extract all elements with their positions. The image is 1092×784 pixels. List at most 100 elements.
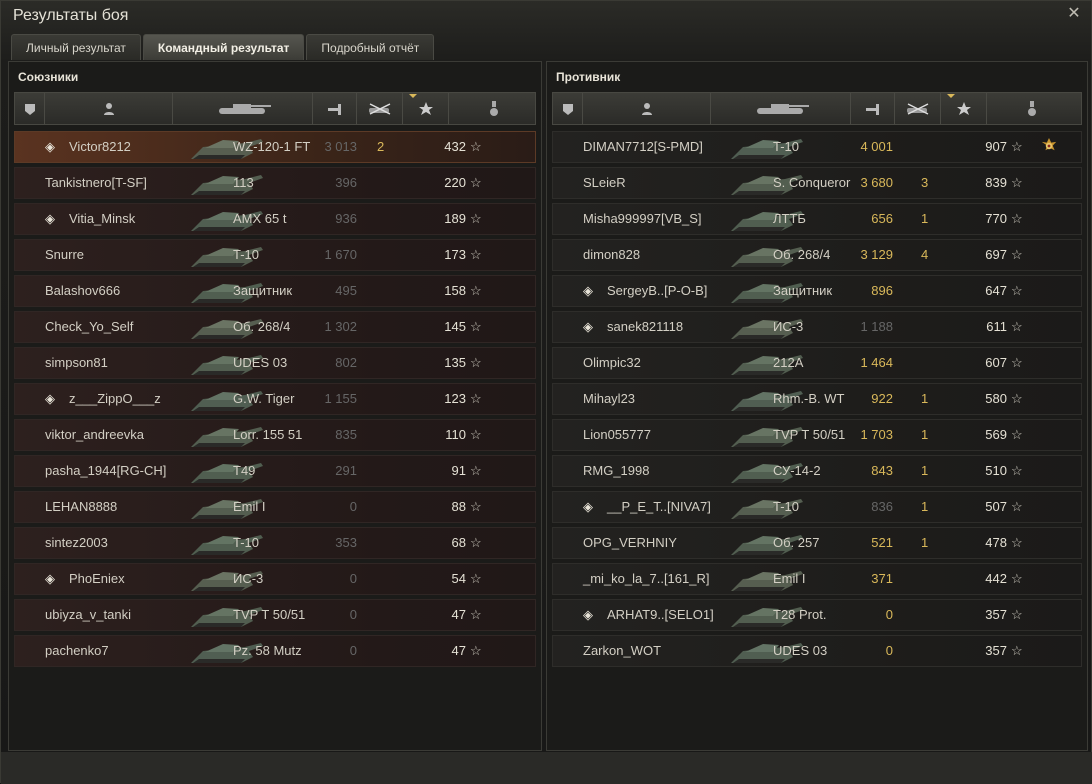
achievements-column-icon[interactable] [449, 93, 539, 124]
player-row[interactable]: dimon828 Об. 268/4 3 129 4 697 ☆ [552, 239, 1082, 271]
player-name[interactable]: PhoEniex [69, 564, 125, 594]
player-name[interactable]: pasha_1944[RG-CH] [45, 456, 166, 486]
player-row[interactable]: simpson81 UDES 03 802 135 ☆ [14, 347, 536, 379]
player-column-icon[interactable] [45, 93, 173, 124]
player-row[interactable]: Check_Yo_Self Об. 268/4 1 302 145 ☆ [14, 311, 536, 343]
damage-column-icon[interactable] [313, 93, 357, 124]
medal-icon[interactable] [1039, 137, 1059, 157]
player-row[interactable]: Misha999997[VB_S] ЛТТБ 656 1 770 ☆ [552, 203, 1082, 235]
vehicle-type-column-icon[interactable] [15, 93, 45, 124]
player-row[interactable]: ◈ Vitia_Minsk AMX 65 t 936 189 ☆ [14, 203, 536, 235]
player-row[interactable]: ◈ __P_E_T..[NIVA7] T-10 836 1 507 ☆ [552, 491, 1082, 523]
player-name[interactable]: Olimpic32 [583, 348, 641, 378]
player-row[interactable]: LEHAN8888 Emil I 0 88 ☆ [14, 491, 536, 523]
player-row[interactable]: pachenko7 Pz. 58 Mutz 0 47 ☆ [14, 635, 536, 667]
player-row[interactable]: Tankistnero[T-SF] 113 396 220 ☆ [14, 167, 536, 199]
damage-column-icon[interactable] [851, 93, 895, 124]
player-row[interactable]: ubiyza_v_tanki TVP T 50/51 0 47 ☆ [14, 599, 536, 631]
player-row[interactable]: SLeieR S. Conqueror 3 680 3 839 ☆ [552, 167, 1082, 199]
player-column-icon[interactable] [583, 93, 711, 124]
player-name[interactable]: Zarkon_WOT [583, 636, 661, 666]
player-row[interactable]: ◈ sanek821118 ИС-3 1 188 611 ☆ [552, 311, 1082, 343]
player-name[interactable]: sanek821118 [607, 312, 683, 342]
player-name[interactable]: dimon828 [583, 240, 640, 270]
player-row[interactable]: Olimpic32 212A 1 464 607 ☆ [552, 347, 1082, 379]
damage-value: 353 [335, 535, 357, 550]
player-row[interactable]: DIMAN7712[S-PMD] T-10 4 001 907 ☆ [552, 131, 1082, 163]
player-row[interactable]: ◈ PhoEniex ИС-3 0 54 ☆ [14, 563, 536, 595]
player-name[interactable]: pachenko7 [45, 636, 109, 666]
player-row[interactable]: ◈ SergeyB..[P-O-B] Защитник 896 647 ☆ [552, 275, 1082, 307]
experience-value: 432 [444, 139, 466, 154]
player-name[interactable]: Balashov666 [45, 276, 120, 306]
tab-detailed-report[interactable]: Подробный отчёт [306, 34, 435, 60]
player-name[interactable]: Misha999997[VB_S] [583, 204, 702, 234]
player-row[interactable]: viktor_andreevka Lorr. 155 51 835 110 ☆ [14, 419, 536, 451]
player-name[interactable]: OPG_VERHNIY [583, 528, 677, 558]
achievements-column-icon[interactable] [987, 93, 1077, 124]
damage-value: 3 680 [860, 175, 893, 190]
tank-name: Защитник [233, 283, 293, 298]
player-name[interactable]: Victor8212 [69, 132, 131, 162]
player-row[interactable]: Mihayl23 Rhm.-B. WT 922 1 580 ☆ [552, 383, 1082, 415]
player-row[interactable]: pasha_1944[RG-CH] T49 291 91 ☆ [14, 455, 536, 487]
player-row[interactable]: OPG_VERHNIY Об. 257 521 1 478 ☆ [552, 527, 1082, 559]
player-row[interactable]: sintez2003 T-10 353 68 ☆ [14, 527, 536, 559]
player-name[interactable]: simpson81 [45, 348, 108, 378]
player-row[interactable]: Balashov666 Защитник 495 158 ☆ [14, 275, 536, 307]
damage-value: 396 [335, 175, 357, 190]
player-name[interactable]: ARHAT9..[SELO1] [607, 600, 714, 630]
window-title: Результаты боя [13, 7, 129, 24]
damage-value: 0 [349, 571, 357, 586]
player-name[interactable]: DIMAN7712[S-PMD] [583, 132, 703, 162]
player-row[interactable]: Snurre T-10 1 670 173 ☆ [14, 239, 536, 271]
tab-team-result[interactable]: Командный результат [142, 34, 305, 60]
player-row[interactable]: ◈ ARHAT9..[SELO1] T28 Prot. 0 357 ☆ [552, 599, 1082, 631]
frags-column-icon[interactable] [357, 93, 417, 124]
experience-value: 88 [451, 499, 466, 514]
player-name[interactable]: Vitia_Minsk [69, 204, 135, 234]
tank-column-icon[interactable] [173, 93, 313, 124]
player-name[interactable]: Mihayl23 [583, 384, 635, 414]
player-row[interactable]: RMG_1998 СУ-14-2 843 1 510 ☆ [552, 455, 1082, 487]
frags-value: 3 [921, 175, 929, 190]
damage-value: 521 [871, 535, 893, 550]
player-name[interactable]: Snurre [45, 240, 84, 270]
player-name[interactable]: viktor_andreevka [45, 420, 144, 450]
allies-title: Союзники [18, 70, 79, 84]
platoon-icon: ◈ [583, 499, 593, 514]
experience-star-icon: ☆ [1011, 211, 1023, 226]
player-name[interactable]: sintez2003 [45, 528, 108, 558]
player-name[interactable]: Check_Yo_Self [45, 312, 133, 342]
experience-column-icon[interactable] [403, 93, 449, 124]
player-name[interactable]: RMG_1998 [583, 456, 649, 486]
player-name[interactable]: Lion055777 [583, 420, 651, 450]
tank-column-icon[interactable] [711, 93, 851, 124]
player-name[interactable]: __P_E_T..[NIVA7] [607, 492, 711, 522]
tank-name: 113 [233, 175, 254, 190]
player-name[interactable]: _mi_ko_la_7..[161_R] [583, 564, 709, 594]
tank-icon [183, 241, 273, 269]
player-name[interactable]: LEHAN8888 [45, 492, 117, 522]
player-name[interactable]: SLeieR [583, 168, 626, 198]
frags-column-icon[interactable] [895, 93, 955, 124]
player-row[interactable]: Zarkon_WOT UDES 03 0 357 ☆ [552, 635, 1082, 667]
vehicle-type-column-icon[interactable] [553, 93, 583, 124]
player-name[interactable]: SergeyB..[P-O-B] [607, 276, 707, 306]
frags-value: 1 [921, 463, 929, 478]
tank-name: TVP T 50/51 [233, 607, 306, 622]
player-row[interactable]: Lion055777 TVP T 50/51 1 703 1 569 ☆ [552, 419, 1082, 451]
experience-value: 569 [985, 427, 1007, 442]
player-name[interactable]: z___ZippO___z [69, 384, 161, 414]
experience-column-icon[interactable] [941, 93, 987, 124]
player-row[interactable]: ◈ z___ZippO___z G.W. Tiger 1 155 123 ☆ [14, 383, 536, 415]
close-icon[interactable]: ✕ [1065, 5, 1083, 23]
damage-value: 802 [335, 355, 357, 370]
player-row[interactable]: ◈ Victor8212 WZ-120-1 FT 3 013 2 432 ☆ [14, 131, 536, 163]
damage-value: 922 [871, 391, 893, 406]
player-row[interactable]: _mi_ko_la_7..[161_R] Emil I 371 442 ☆ [552, 563, 1082, 595]
frags-value: 2 [377, 139, 385, 154]
tab-personal-result[interactable]: Личный результат [11, 34, 141, 60]
player-name[interactable]: ubiyza_v_tanki [45, 600, 131, 630]
player-name[interactable]: Tankistnero[T-SF] [45, 168, 147, 198]
